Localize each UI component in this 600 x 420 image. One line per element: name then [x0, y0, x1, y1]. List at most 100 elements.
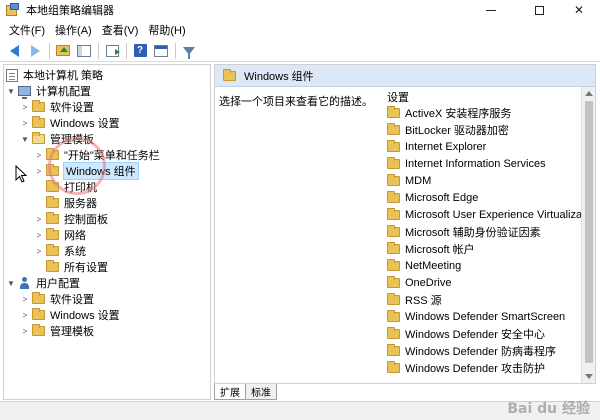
maximize-icon [534, 5, 544, 15]
list-item[interactable]: OneDrive [387, 275, 451, 291]
computer-icon [18, 86, 31, 99]
close-icon: ✕ [573, 3, 585, 17]
tree-item-network[interactable]: > 网络 [34, 227, 86, 243]
folder-icon [32, 100, 45, 112]
chevron-right-icon[interactable]: > [20, 294, 30, 304]
tree-item-local-computer-policy[interactable]: 本地计算机 策略 [6, 67, 103, 83]
list-item[interactable]: Windows Defender 安全中心 [387, 326, 545, 342]
user-icon [18, 277, 31, 289]
chevron-down-icon[interactable]: ▼ [6, 86, 16, 96]
tree-item-windows-settings[interactable]: > Windows 设置 [20, 115, 120, 131]
scrollbar-thumb[interactable] [585, 101, 593, 363]
list-item[interactable]: BitLocker 驱动器加密 [387, 122, 509, 138]
menu-view[interactable]: 查看(V) [97, 22, 144, 38]
menu-help[interactable]: 帮助(H) [143, 22, 190, 38]
list-item[interactable]: Microsoft User Experience Virtualization [387, 207, 595, 223]
list-item-label: Windows Defender 防病毒程序 [405, 346, 556, 358]
chevron-right-icon[interactable]: > [34, 214, 44, 224]
list-item[interactable]: Windows Defender SmartScreen [387, 309, 565, 325]
group-policy-app-icon [6, 3, 20, 17]
help-icon: ? [133, 44, 147, 57]
tab-standard[interactable]: 标准 [245, 384, 277, 400]
tab-extended[interactable]: 扩展 [214, 384, 246, 400]
show-hide-console-tree-button[interactable] [74, 42, 94, 60]
minimize-icon [486, 9, 496, 11]
menu-bar: 文件(F) 操作(A) 查看(V) 帮助(H) [0, 21, 600, 39]
back-button[interactable] [4, 42, 24, 60]
menu-file[interactable]: 文件(F) [4, 22, 50, 38]
list-item[interactable]: ActiveX 安装程序服务 [387, 105, 511, 121]
list-item-label: Windows Defender 攻击防护 [405, 363, 545, 375]
folder-icon [32, 308, 45, 320]
view-tabs: 扩展 标准 [214, 384, 277, 400]
list-item[interactable]: NetMeeting [387, 258, 461, 274]
folder-icon [387, 106, 400, 118]
list-item[interactable]: Internet Explorer [387, 139, 486, 155]
help-button[interactable]: ? [130, 42, 150, 60]
tree-item-user-windows-settings[interactable]: > Windows 设置 [20, 307, 120, 323]
folder-icon [387, 310, 400, 322]
folder-icon [46, 196, 59, 208]
chevron-down-icon[interactable]: ▼ [20, 134, 30, 144]
export-list-button[interactable] [102, 42, 122, 60]
folder-icon [46, 228, 59, 240]
tree-item-user-config[interactable]: ▼ 用户配置 [6, 275, 80, 291]
tree-item-label: 控制面板 [64, 214, 108, 226]
tree-item-user-admin-templates[interactable]: > 管理模板 [20, 323, 94, 339]
tree-item-software-settings[interactable]: > 软件设置 [20, 99, 94, 115]
tree-item-control-panel[interactable]: > 控制面板 [34, 211, 108, 227]
folder-icon [32, 116, 45, 128]
chevron-right-icon[interactable]: > [20, 118, 30, 128]
list-item[interactable]: MDM [387, 173, 431, 189]
list-item[interactable]: Internet Information Services [387, 156, 546, 172]
folder-icon [387, 259, 400, 271]
chevron-right-icon[interactable]: > [20, 102, 30, 112]
show-action-pane-button[interactable] [151, 42, 171, 60]
back-arrow-icon [9, 44, 19, 57]
vertical-scrollbar[interactable] [581, 87, 595, 383]
tree-item-label: 软件设置 [50, 294, 94, 306]
folder-icon [387, 276, 400, 288]
list-item-label: Microsoft Edge [405, 192, 479, 204]
chevron-right-icon[interactable]: > [34, 246, 44, 256]
list-item[interactable]: RSS 源 [387, 292, 442, 308]
chevron-down-icon[interactable]: ▼ [6, 278, 16, 288]
list-item[interactable]: Windows Defender 攻击防护 [387, 360, 545, 376]
chevron-right-icon[interactable]: > [34, 150, 44, 160]
folder-icon [387, 174, 400, 186]
list-item-label: BitLocker 驱动器加密 [405, 125, 509, 137]
chevron-right-icon[interactable]: > [20, 326, 30, 336]
chevron-right-icon[interactable]: > [34, 166, 44, 176]
tree-item-system[interactable]: > 系统 [34, 243, 86, 259]
tree-item-computer-config[interactable]: ▼ 计算机配置 [6, 83, 91, 99]
tree-item-server[interactable]: 服务器 [46, 195, 97, 211]
tree-item-label: 软件设置 [50, 102, 94, 114]
list-item[interactable]: Microsoft 辅助身份验证因素 [387, 224, 541, 240]
close-button[interactable]: ✕ [557, 0, 600, 20]
list-item[interactable]: Microsoft Edge [387, 190, 478, 206]
folder-icon [32, 324, 45, 336]
scroll-down-arrow-icon[interactable] [585, 374, 593, 379]
watermark-text: Bai du 经验 [507, 401, 590, 417]
tree-item-user-software-settings[interactable]: > 软件设置 [20, 291, 94, 307]
filter-button[interactable] [179, 42, 199, 60]
chevron-right-icon[interactable]: > [20, 310, 30, 320]
console-tree-icon [77, 44, 91, 57]
column-header-setting[interactable]: 设置 [387, 89, 409, 105]
folder-icon [387, 140, 400, 152]
folder-icon [223, 68, 236, 81]
maximize-button[interactable] [517, 0, 561, 20]
menu-action[interactable]: 操作(A) [50, 22, 97, 38]
tree-item-all-settings[interactable]: 所有设置 [46, 259, 108, 275]
policy-icon [6, 68, 18, 82]
chevron-right-icon[interactable]: > [34, 230, 44, 240]
forward-button[interactable] [25, 42, 45, 60]
folder-icon [387, 344, 400, 356]
minimize-button[interactable] [469, 0, 513, 20]
list-item[interactable]: Microsoft 帐户 [387, 241, 475, 257]
scroll-up-arrow-icon[interactable] [585, 91, 593, 96]
console-tree[interactable]: 本地计算机 策略 ▼ 计算机配置 > 软件设置 > Windows 设置 ▼ 管… [3, 64, 211, 400]
list-item[interactable]: Windows Defender 防病毒程序 [387, 343, 556, 359]
up-one-level-button[interactable] [53, 42, 73, 60]
tree-item-label: 计算机配置 [36, 86, 91, 98]
